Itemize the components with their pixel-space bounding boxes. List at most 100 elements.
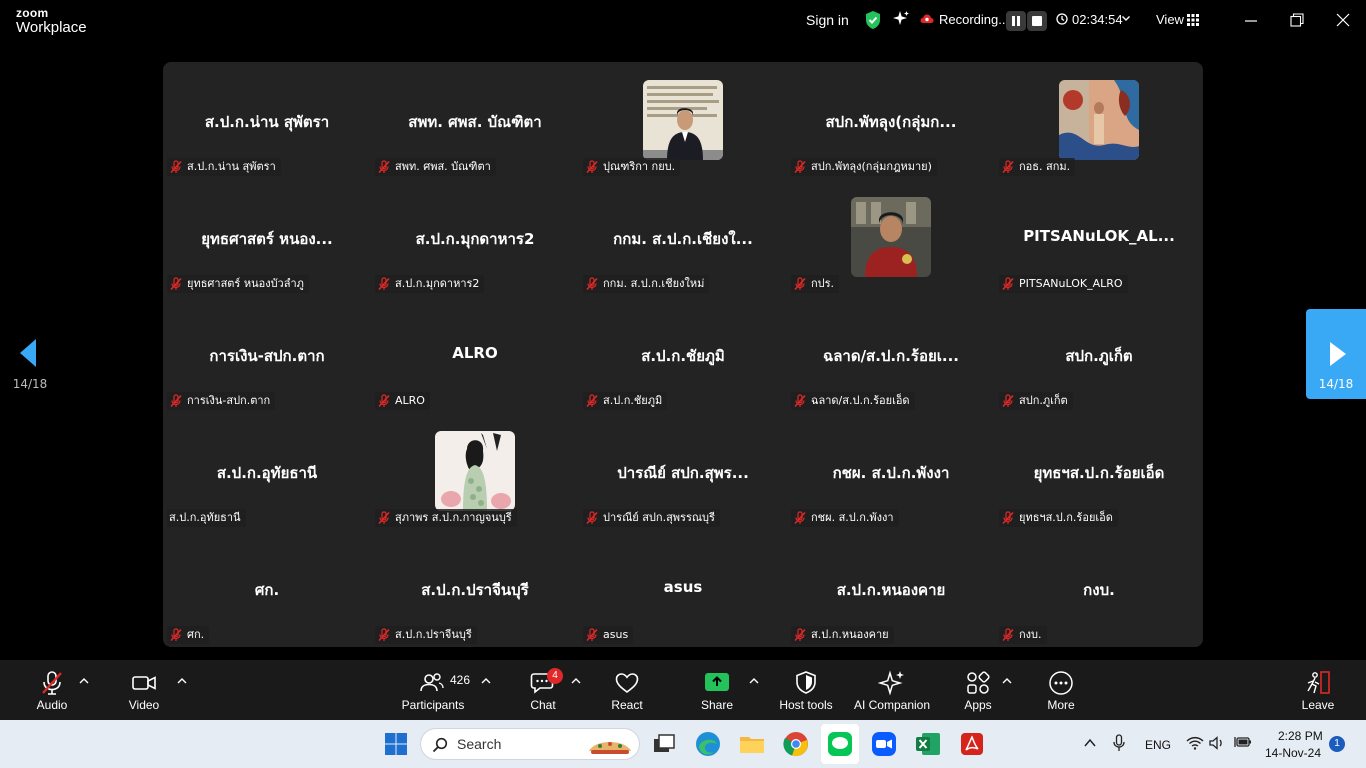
participant-tile[interactable]: กชผ. ส.ป.ก.พังงา กชผ. ส.ป.ก.พังงา (787, 413, 995, 530)
participant-name-label: ALRO (375, 392, 430, 410)
audio-button[interactable]: Audio (22, 660, 82, 720)
clock-date[interactable]: 14-Nov-24 (1265, 746, 1321, 760)
ai-sparkle-icon[interactable] (892, 10, 910, 28)
participant-label-text: ALRO (395, 394, 425, 407)
participant-label-text: ส.ป.ก.หนองคาย (811, 628, 889, 641)
participant-tile[interactable]: สพท. ศพส. บัณฑิตา สพท. ศพส. บัณฑิตา (371, 62, 579, 179)
participant-name-label: สปก.ภูเก็ต (999, 392, 1073, 410)
participant-display-name: ฉลาด/ส.ป.ก.ร้อยเ... (823, 347, 959, 365)
volume-icon[interactable] (1209, 736, 1225, 750)
windows-start-icon[interactable] (382, 730, 410, 758)
next-page-button[interactable]: 14/18 (1306, 309, 1366, 399)
ai-companion-label: AI Companion (853, 698, 931, 712)
stop-recording-button[interactable] (1027, 11, 1047, 31)
pause-recording-button[interactable] (1006, 11, 1026, 31)
view-button[interactable]: View (1156, 12, 1184, 27)
participant-label-text: ปุณฑริกา กยบ. (603, 160, 676, 173)
video-options-chevron-icon[interactable] (177, 677, 187, 685)
participant-tile[interactable]: ส.ป.ก.อุทัยธานี ส.ป.ก.อุทัยธานี (163, 413, 371, 530)
recording-status[interactable]: Recording... (939, 12, 1009, 27)
participant-tile[interactable]: กอธ. สกม. (995, 62, 1203, 179)
chat-label: Chat (530, 698, 556, 712)
share-chevron-icon[interactable] (749, 677, 759, 685)
wifi-icon[interactable] (1186, 736, 1204, 750)
participant-tile[interactable]: ศก. ศก. (163, 530, 371, 647)
microphone-icon[interactable] (1112, 734, 1126, 752)
participant-tile[interactable]: ส.ป.ก.ชัยภูมิ ส.ป.ก.ชัยภูมิ (579, 296, 787, 413)
chat-button[interactable]: Chat (513, 660, 573, 720)
audio-options-chevron-icon[interactable] (79, 677, 89, 685)
chevron-down-icon[interactable] (1121, 13, 1131, 23)
battery-icon[interactable] (1234, 735, 1252, 749)
line-app-icon[interactable] (826, 730, 854, 758)
encryption-shield-icon[interactable] (864, 10, 882, 30)
participant-tile[interactable]: ส.ป.ก.น่าน สุพัตรา ส.ป.ก.น่าน สุพัตรา (163, 62, 371, 179)
participant-tile[interactable]: ส.ป.ก.หนองคาย ส.ป.ก.หนองคาย (787, 530, 995, 647)
participant-label-text: การเงิน-สปก.ตาก (187, 394, 271, 407)
tray-expand-chevron-icon[interactable] (1084, 738, 1096, 748)
sign-in-button[interactable]: Sign in (806, 12, 849, 28)
participant-label-text: PITSANuLOK_ALRO (1019, 277, 1123, 290)
participant-label-text: ยุทธฯส.ป.ก.ร้อยเอ็ด (1019, 511, 1113, 524)
zoom-app-icon[interactable] (870, 730, 898, 758)
task-view-icon[interactable] (650, 730, 678, 758)
participant-tile[interactable]: สุภาพร ส.ป.ก.กาญจนบุรี (371, 413, 579, 530)
excel-app-icon[interactable] (914, 730, 942, 758)
shield-icon (796, 671, 816, 694)
ai-companion-button[interactable]: AI Companion (850, 660, 934, 720)
input-language[interactable]: ENG (1145, 738, 1171, 752)
pdf-reader-icon[interactable] (958, 730, 986, 758)
chrome-browser-icon[interactable] (782, 730, 810, 758)
participant-tile[interactable]: ALRO ALRO (371, 296, 579, 413)
close-icon[interactable] (1336, 13, 1350, 27)
participant-tile[interactable]: กงบ. กงบ. (995, 530, 1203, 647)
participants-button[interactable]: Participants (398, 660, 468, 720)
participants-icon (420, 673, 444, 692)
windows-taskbar: Search ENG 2:28 PM 14-Nov-24 (0, 720, 1366, 768)
participant-label-text: ส.ป.ก.ชัยภูมิ (603, 394, 663, 407)
heart-icon (615, 673, 639, 694)
microphone-muted-icon (1001, 628, 1015, 642)
apps-icon (967, 671, 990, 694)
participant-tile[interactable]: ฉลาด/ส.ป.ก.ร้อยเ... ฉลาด/ส.ป.ก.ร้อยเอ็ด (787, 296, 995, 413)
participant-tile[interactable]: สปก.พัทลุง(กลุ่มก... สปก.พัทลุง(กลุ่มกฎหม… (787, 62, 995, 179)
participant-tile[interactable]: ส.ป.ก.มุกดาหาร2 ส.ป.ก.มุกดาหาร2 (371, 179, 579, 296)
leave-button[interactable]: Leave (1294, 660, 1342, 720)
react-button[interactable]: React (597, 660, 657, 720)
participant-name-label: ศก. (167, 626, 210, 644)
microphone-muted-icon (585, 511, 599, 525)
participant-tile[interactable]: ส.ป.ก.ปราจีนบุรี ส.ป.ก.ปราจีนบุรี (371, 530, 579, 647)
participant-tile[interactable]: asus asus (579, 530, 787, 647)
participant-tile[interactable]: กกม. ส.ป.ก.เชียงใ... กกม. ส.ป.ก.เชียงใหม่ (579, 179, 787, 296)
video-button[interactable]: Video (114, 660, 174, 720)
participant-tile[interactable]: ปารณีย์ สปก.สุพร... ปารณีย์ สปก.สุพรรณบุร… (579, 413, 787, 530)
participant-tile[interactable]: กปร. (787, 179, 995, 296)
participant-display-name: ส.ป.ก.น่าน สุพัตรา (204, 113, 330, 131)
participant-tile[interactable]: PITSANuLOK_AL... PITSANuLOK_ALRO (995, 179, 1203, 296)
participant-label-text: กงบ. (1019, 628, 1042, 641)
notification-badge[interactable]: 1 (1329, 736, 1345, 752)
participant-tile[interactable]: ยุทธฯส.ป.ก.ร้อยเอ็ด ยุทธฯส.ป.ก.ร้อยเอ็ด (995, 413, 1203, 530)
previous-page-button[interactable]: 14/18 (0, 309, 60, 399)
share-button[interactable]: Share (687, 660, 747, 720)
apps-button[interactable]: Apps (948, 660, 1008, 720)
grid-icon[interactable] (1187, 14, 1199, 26)
minimize-icon[interactable] (1244, 14, 1258, 28)
more-button[interactable]: More (1031, 660, 1091, 720)
restore-icon[interactable] (1290, 13, 1304, 27)
participant-tile[interactable]: ปุณฑริกา กยบ. (579, 62, 787, 179)
host-tools-button[interactable]: Host tools (773, 660, 839, 720)
file-explorer-icon[interactable] (738, 730, 766, 758)
participant-tile[interactable]: การเงิน-สปก.ตาก การเงิน-สปก.ตาก (163, 296, 371, 413)
microphone-muted-icon (793, 394, 807, 408)
apps-chevron-icon[interactable] (1002, 677, 1012, 685)
participant-tile[interactable]: ยุทธศาสตร์ หนอง... ยุทธศาสตร์ หนองบัวลำภู (163, 179, 371, 296)
react-label: React (611, 698, 643, 712)
participant-label-text: asus (603, 628, 629, 641)
chat-chevron-icon[interactable] (571, 677, 581, 685)
participants-chevron-icon[interactable] (481, 677, 491, 685)
edge-browser-icon[interactable] (694, 730, 722, 758)
taskbar-search[interactable]: Search (420, 728, 640, 760)
participant-tile[interactable]: สปก.ภูเก็ต สปก.ภูเก็ต (995, 296, 1203, 413)
clock-time[interactable]: 2:28 PM (1278, 729, 1323, 743)
